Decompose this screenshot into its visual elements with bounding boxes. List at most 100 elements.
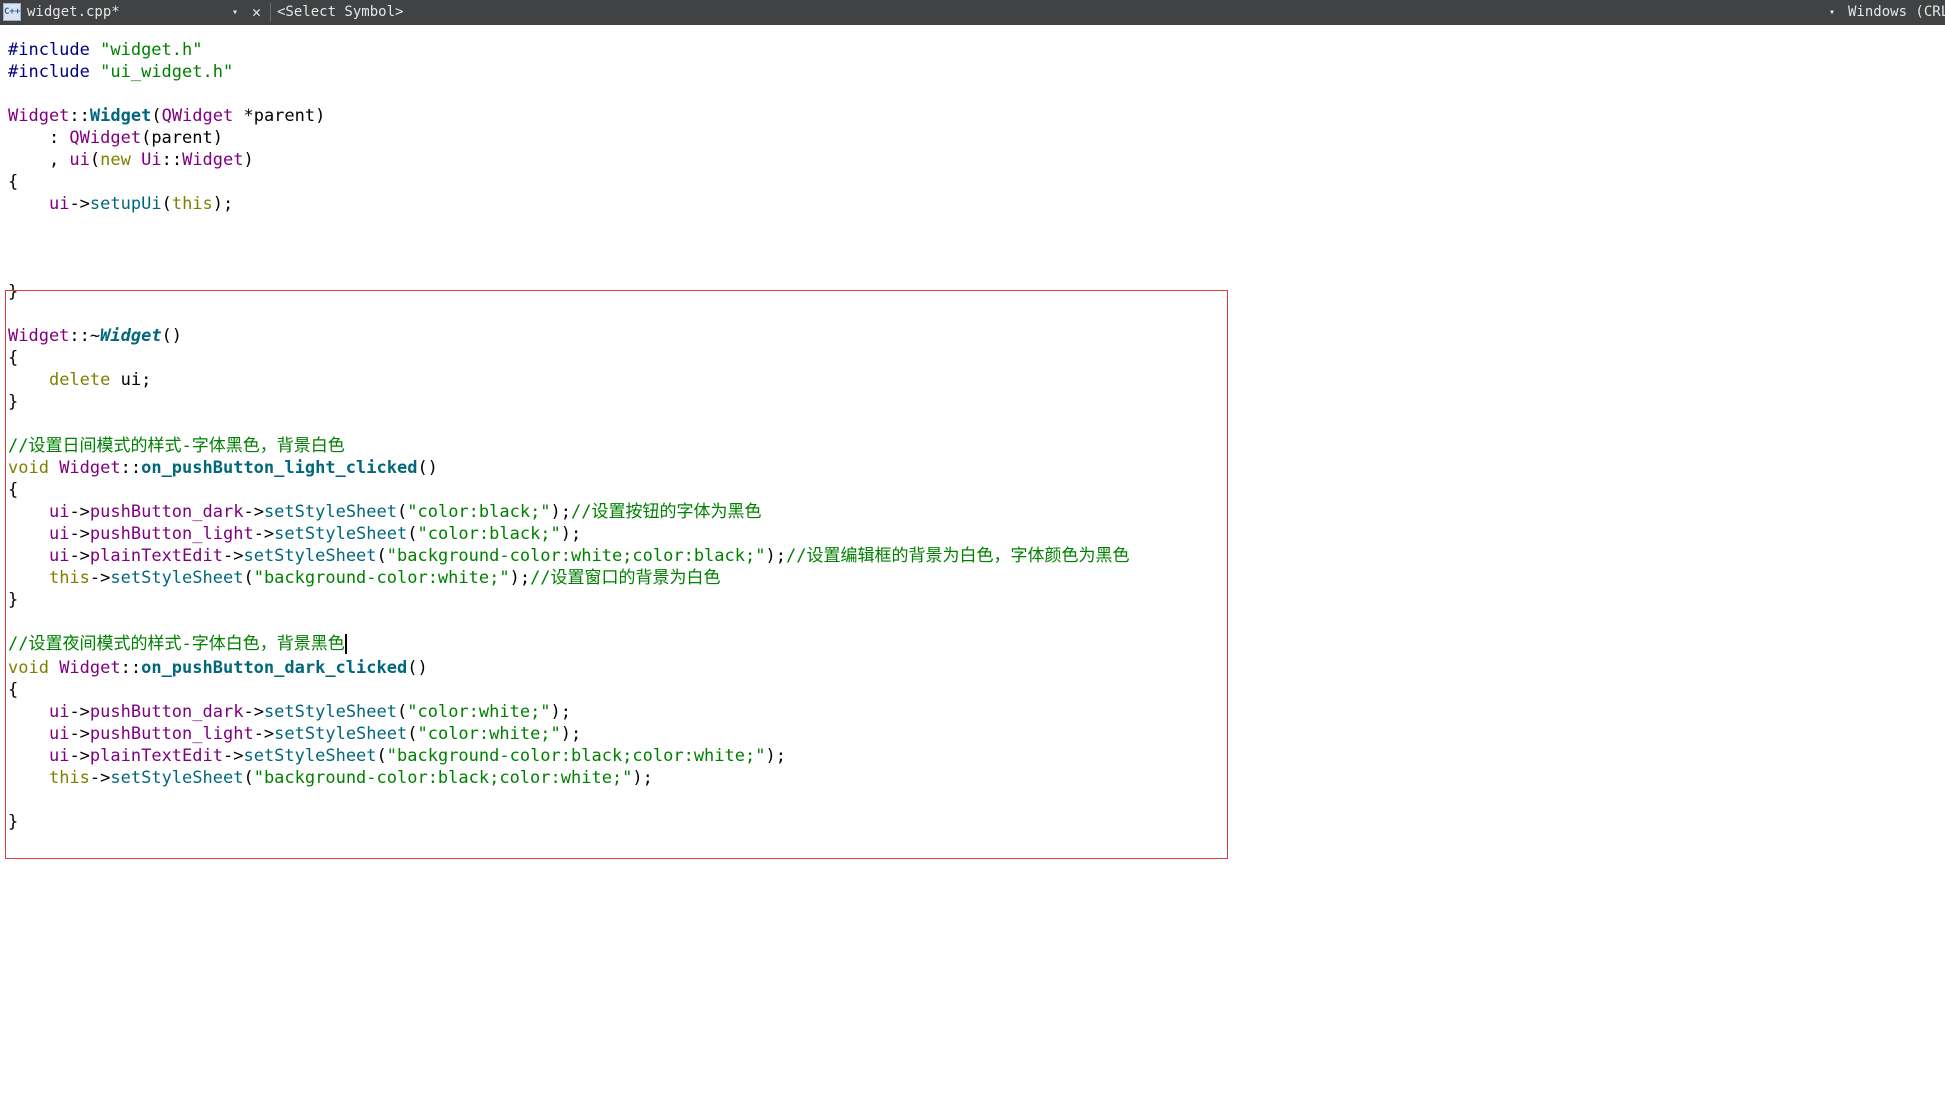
code-line: ui->setupUi(this); [8,193,233,215]
code-token: plainTextEdit [89,746,223,766]
code-token: ( [407,524,418,544]
code-token: setStyleSheet [263,502,397,522]
code-token: :: [161,150,183,170]
code-line: ui->plainTextEdit->setStyleSheet("backgr… [8,745,786,767]
code-line: : QWidget(parent) [8,127,223,149]
code-token: -> [69,702,90,722]
code-token: ui [48,724,70,744]
code-token: ) [243,150,254,170]
code-line: this->setStyleSheet("background-color:wh… [8,567,721,589]
code-token: on_pushButton_dark_clicked [141,658,408,678]
code-line: #include "ui_widget.h" [8,61,233,83]
code-token: ( [407,724,418,744]
code-token: //设置窗口的背景为白色 [530,568,721,588]
code-line: ui->pushButton_dark->setStyleSheet("colo… [8,501,762,523]
code-token: -> [222,746,244,766]
code-token: -> [69,524,90,544]
file-selector[interactable]: widget.cpp* [27,0,120,25]
code-token: //设置日间模式的样式-字体黑色，背景白色 [8,436,345,456]
code-token: Ui [141,150,162,170]
code-line: Widget::Widget(QWidget *parent) [8,105,325,127]
code-line: void Widget::on_pushButton_dark_clicked(… [8,657,428,679]
code-token: : [8,128,70,148]
code-token: ui [48,746,70,766]
code-token: //设置按钮的字体为黑色 [571,502,762,522]
code-token: ::~ [69,326,101,346]
code-line: } [8,391,18,413]
code-token: :: [120,658,142,678]
code-token: ( [376,746,387,766]
code-token: -> [253,524,275,544]
code-token: ); [765,546,786,566]
code-token: new [100,150,142,170]
code-token: } [8,812,19,832]
toolbar-divider [270,3,271,22]
code-token: -> [69,502,90,522]
close-icon[interactable]: ✕ [252,0,261,25]
code-token: ); [550,702,572,722]
chevron-down-icon[interactable]: ▾ [232,0,238,25]
code-token: QWidget [161,106,234,126]
code-token: pushButton_dark [89,502,244,522]
code-token: setStyleSheet [110,768,244,788]
code-token: ( [376,546,387,566]
code-token: ( [243,568,254,588]
code-line: { [8,171,18,193]
code-token: ui [48,546,70,566]
code-line: ui->pushButton_dark->setStyleSheet("colo… [8,701,571,723]
code-token: -> [89,568,111,588]
code-token: ( [397,702,408,722]
code-token: delete [48,370,111,390]
code-token: Widget [59,458,121,478]
code-token: pushButton_dark [89,702,244,722]
code-token: ); [632,768,653,788]
code-token: "color:white;" [407,702,551,722]
code-token: setStyleSheet [263,702,397,722]
code-token: () [407,658,428,678]
code-line: //设置夜间模式的样式-字体白色，背景黑色 [8,633,347,655]
code-token: this [48,768,90,788]
code-line: ui->pushButton_light->setStyleSheet("col… [8,723,581,745]
code-token: ); [765,746,786,766]
code-token: "background-color:white;" [253,568,510,588]
code-token: -> [69,724,90,744]
code-token: Widget [59,658,121,678]
code-token: void [8,658,60,678]
code-token: () [161,326,183,346]
code-line: ui->plainTextEdit->setStyleSheet("backgr… [8,545,1130,567]
code-token: ); [509,568,531,588]
code-token: Widget [89,106,152,126]
code-editor[interactable]: #include "widget.h" #include "ui_widget.… [0,25,1945,1109]
code-token: { [8,680,19,700]
code-token: "background-color:white;color:black;" [386,546,766,566]
code-token: { [8,348,19,368]
code-token: ui [69,150,90,170]
code-line: { [8,347,18,369]
code-line: Widget::~Widget() [8,325,182,347]
code-token: Widget [100,326,162,346]
line-ending-selector[interactable]: Windows (CRLF) [1848,0,1945,25]
code-token: (parent) [141,128,223,148]
code-token: ui [48,702,70,722]
code-token: setStyleSheet [243,546,377,566]
code-line: } [8,589,18,611]
code-token: Widget [8,106,70,126]
code-token: this [48,568,90,588]
code-token: "widget.h" [100,40,203,60]
code-line: delete ui; [8,369,151,391]
chevron-down-icon[interactable]: ▾ [1829,0,1835,25]
code-token: "ui_widget.h" [100,62,234,82]
code-token: , [8,150,70,170]
code-token: pushButton_light [89,724,254,744]
code-token: ui [48,502,70,522]
code-token: "background-color:black;color:white;" [253,768,633,788]
symbol-selector[interactable]: <Select Symbol> [277,0,403,25]
code-token: setStyleSheet [110,568,244,588]
text-cursor [344,634,347,654]
